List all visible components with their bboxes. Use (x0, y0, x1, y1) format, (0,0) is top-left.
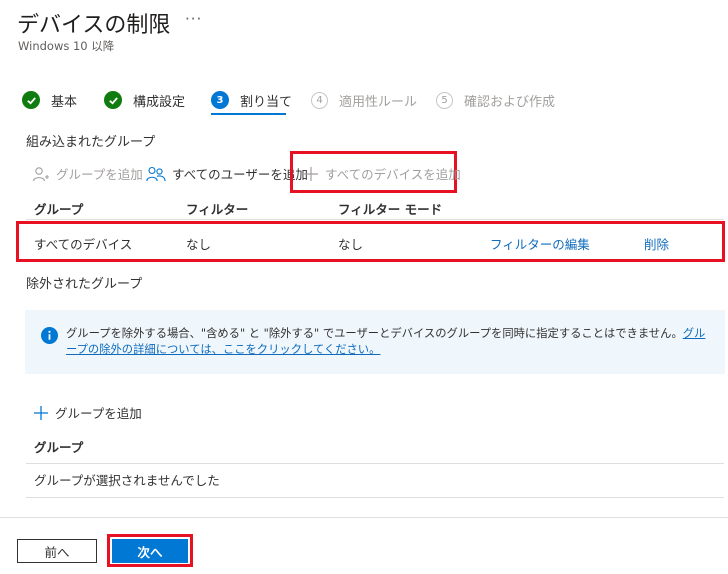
step-number-badge: 4 (311, 91, 328, 109)
add-all-devices-button: すべてのデバイスを追加 (303, 164, 461, 183)
step-configuration[interactable]: 構成設定 (104, 88, 185, 112)
users-icon (146, 166, 166, 181)
empty-state-text: グループが選択されませんでした (34, 473, 220, 488)
previous-button[interactable]: 前へ (17, 539, 97, 563)
step-label: 割り当て (240, 94, 293, 110)
step-number-badge: 3 (211, 91, 229, 109)
check-icon (104, 91, 122, 109)
excluded-add-group-button[interactable]: グループを追加 (33, 403, 142, 422)
excluded-table-bottom-divider (26, 497, 724, 498)
excluded-add-group-label: グループを追加 (55, 406, 142, 421)
plus-icon (304, 166, 318, 181)
active-step-indicator (211, 113, 286, 115)
check-icon (22, 91, 40, 109)
add-person-icon (32, 166, 49, 181)
next-button[interactable]: 次へ (112, 539, 188, 563)
info-icon (41, 327, 58, 344)
table-header-divider (26, 219, 724, 220)
column-header-filter: フィルター (186, 202, 249, 217)
add-group-label: グループを追加 (56, 167, 143, 182)
add-all-users-button[interactable]: すべてのユーザーを追加 (146, 164, 308, 183)
excluded-groups-title: 除外されたグループ (26, 277, 143, 292)
column-header-group: グループ (34, 202, 84, 217)
row-group-name: すべてのデバイス (34, 237, 133, 252)
step-label: 構成設定 (133, 94, 186, 110)
footer-divider (0, 517, 728, 518)
remove-link[interactable]: 削除 (644, 234, 669, 253)
step-review-create: 5 確認および作成 (436, 88, 555, 112)
step-assignments[interactable]: 3 割り当て (211, 88, 292, 112)
more-options-button[interactable]: ··· (185, 10, 202, 28)
column-header-filter-mode: フィルター モード (338, 202, 443, 217)
page-title: デバイスの制限 (17, 13, 171, 38)
step-label: 基本 (51, 94, 78, 110)
step-number-badge: 5 (436, 91, 453, 109)
step-label: 確認および作成 (464, 94, 556, 110)
step-basics[interactable]: 基本 (22, 88, 77, 112)
row-filter-mode: なし (338, 237, 364, 252)
page-subtitle: Windows 10 以降 (18, 39, 115, 53)
included-groups-title: 組み込まれたグループ (26, 135, 156, 150)
excluded-header-divider (26, 463, 724, 464)
info-text: グループを除外する場合、"含める" と "除外する" でユーザーとデバイスのグル… (66, 326, 706, 358)
row-filter: なし (186, 237, 212, 252)
excluded-column-header-group: グループ (34, 440, 84, 455)
step-applicability-rules: 4 適用性ルール (311, 88, 417, 112)
add-all-devices-label: すべてのデバイスを追加 (325, 167, 461, 182)
add-group-button: グループを追加 (32, 164, 143, 183)
plus-icon (34, 405, 48, 420)
add-all-users-label: すべてのユーザーを追加 (172, 167, 308, 182)
info-message: グループを除外する場合、"含める" と "除外する" でユーザーとデバイスのグル… (66, 327, 683, 340)
step-label: 適用性ルール (339, 94, 418, 110)
edit-filter-link[interactable]: フィルターの編集 (490, 234, 590, 253)
info-banner: グループを除外する場合、"含める" と "除外する" でユーザーとデバイスのグル… (25, 310, 725, 374)
